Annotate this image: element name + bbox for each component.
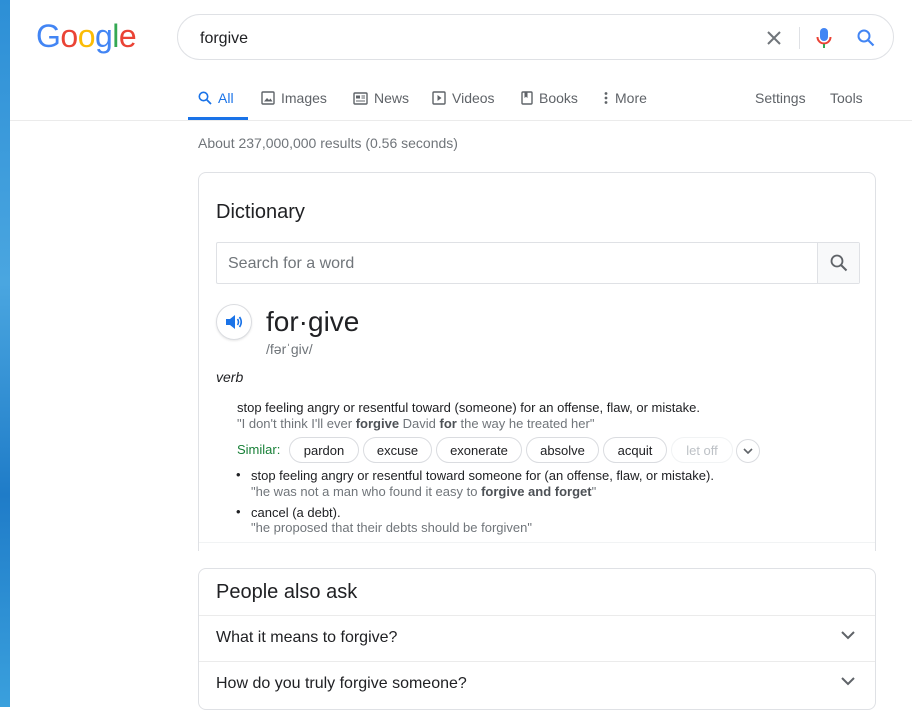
dictionary-card: Dictionary for·give /fərˈɡiv/ verb stop …	[198, 172, 876, 551]
news-icon	[353, 91, 368, 105]
similar-chip-let-off[interactable]: let off	[671, 437, 733, 463]
paa-question-row[interactable]: How do you truly forgive someone?	[199, 661, 875, 708]
book-icon	[521, 91, 533, 105]
speaker-icon	[226, 315, 243, 329]
search-box	[177, 14, 894, 60]
google-logo[interactable]: Google	[36, 18, 137, 55]
word-search-button[interactable]	[817, 243, 859, 283]
bullet-icon: •	[236, 504, 241, 519]
search-icon	[198, 91, 212, 105]
headword: for·give	[266, 306, 360, 337]
definition-1: stop feeling angry or resentful toward (…	[237, 400, 700, 415]
definition-3: cancel (a debt).	[251, 505, 341, 520]
tab-news[interactable]: News	[353, 88, 409, 108]
tab-label: Videos	[452, 90, 495, 106]
tab-label: Images	[281, 90, 327, 106]
tools-label: Tools	[830, 90, 863, 106]
dictionary-title: Dictionary	[216, 201, 305, 223]
logo-letter: o	[77, 18, 96, 54]
result-stats: About 237,000,000 results (0.56 seconds)	[198, 135, 458, 151]
more-vert-icon	[604, 92, 608, 104]
search-input[interactable]	[198, 25, 742, 53]
similar-label: Similar:	[237, 442, 281, 457]
example-1: "I don't think I'll ever forgive David f…	[237, 416, 594, 432]
people-also-ask-title: People also ask	[216, 581, 358, 603]
chevron-down-icon	[743, 448, 753, 454]
desktop-background-strip	[0, 0, 10, 707]
example-3: "he proposed that their debts should be …	[251, 520, 532, 535]
tab-label: All	[218, 90, 234, 106]
example-text: "	[591, 484, 597, 499]
paa-question: What it means to forgive?	[216, 629, 398, 646]
paa-question-row[interactable]: What it means to forgive?	[199, 615, 875, 662]
search-submit-button[interactable]	[854, 26, 878, 50]
chevron-down-icon	[841, 677, 855, 686]
similar-chip-exonerate[interactable]: exonerate	[436, 437, 522, 463]
chevron-down-icon	[841, 631, 855, 640]
tab-label: More	[615, 90, 647, 106]
example-2: "he was not a man who found it easy to f…	[251, 484, 596, 500]
tab-videos[interactable]: Videos	[432, 88, 495, 108]
logo-letter: o	[60, 18, 78, 54]
example-bold: for	[439, 416, 457, 431]
phonetic-spelling: /fərˈɡiv/	[266, 341, 313, 357]
tab-images[interactable]: Images	[261, 88, 327, 108]
word-search-box	[216, 242, 860, 284]
logo-letter: g	[94, 18, 113, 54]
pronunciation-button[interactable]	[216, 304, 252, 340]
people-also-ask-card: People also ask What it means to forgive…	[198, 568, 876, 710]
clear-search-button[interactable]	[762, 26, 786, 50]
search-divider	[799, 27, 800, 49]
settings-label: Settings	[755, 90, 806, 106]
similar-chip-acquit[interactable]: acquit	[603, 437, 667, 463]
example-text: David	[399, 416, 440, 431]
voice-search-button[interactable]	[812, 26, 836, 50]
similar-chip-excuse[interactable]: excuse	[363, 437, 432, 463]
similar-chip-pardon[interactable]: pardon	[289, 437, 359, 463]
tab-label: Books	[539, 90, 578, 106]
header-divider	[10, 120, 912, 121]
tools-link[interactable]: Tools	[830, 88, 863, 108]
example-text: "he was not a man who found it easy to	[251, 484, 482, 499]
paa-question: How do you truly forgive someone?	[216, 675, 467, 692]
logo-letter: l	[112, 18, 119, 54]
expand-similar-button[interactable]	[736, 439, 760, 463]
example-bold: forgive	[355, 416, 400, 431]
tab-more[interactable]: More	[603, 88, 647, 108]
close-icon	[767, 31, 781, 45]
word-search-input[interactable]	[226, 252, 810, 276]
example-text: "I don't think I'll ever	[237, 416, 356, 431]
example-bold: forgive and forget	[481, 484, 592, 499]
similar-chip-absolve[interactable]: absolve	[526, 437, 599, 463]
definition-2: stop feeling angry or resentful toward s…	[251, 468, 714, 483]
image-icon	[261, 91, 275, 105]
part-of-speech: verb	[216, 369, 244, 385]
logo-letter: e	[118, 18, 137, 54]
tab-all[interactable]: All	[198, 88, 234, 108]
video-icon	[432, 91, 446, 105]
bullet-icon: •	[236, 467, 241, 482]
tab-books[interactable]: Books	[521, 88, 578, 108]
tab-label: News	[374, 90, 410, 106]
card-fade-divider	[199, 542, 875, 551]
microphone-icon	[816, 28, 832, 48]
example-text: the way he treated her"	[456, 416, 595, 431]
settings-link[interactable]: Settings	[755, 88, 806, 108]
search-icon	[857, 29, 875, 47]
search-icon	[830, 254, 847, 272]
logo-letter: G	[36, 18, 61, 54]
